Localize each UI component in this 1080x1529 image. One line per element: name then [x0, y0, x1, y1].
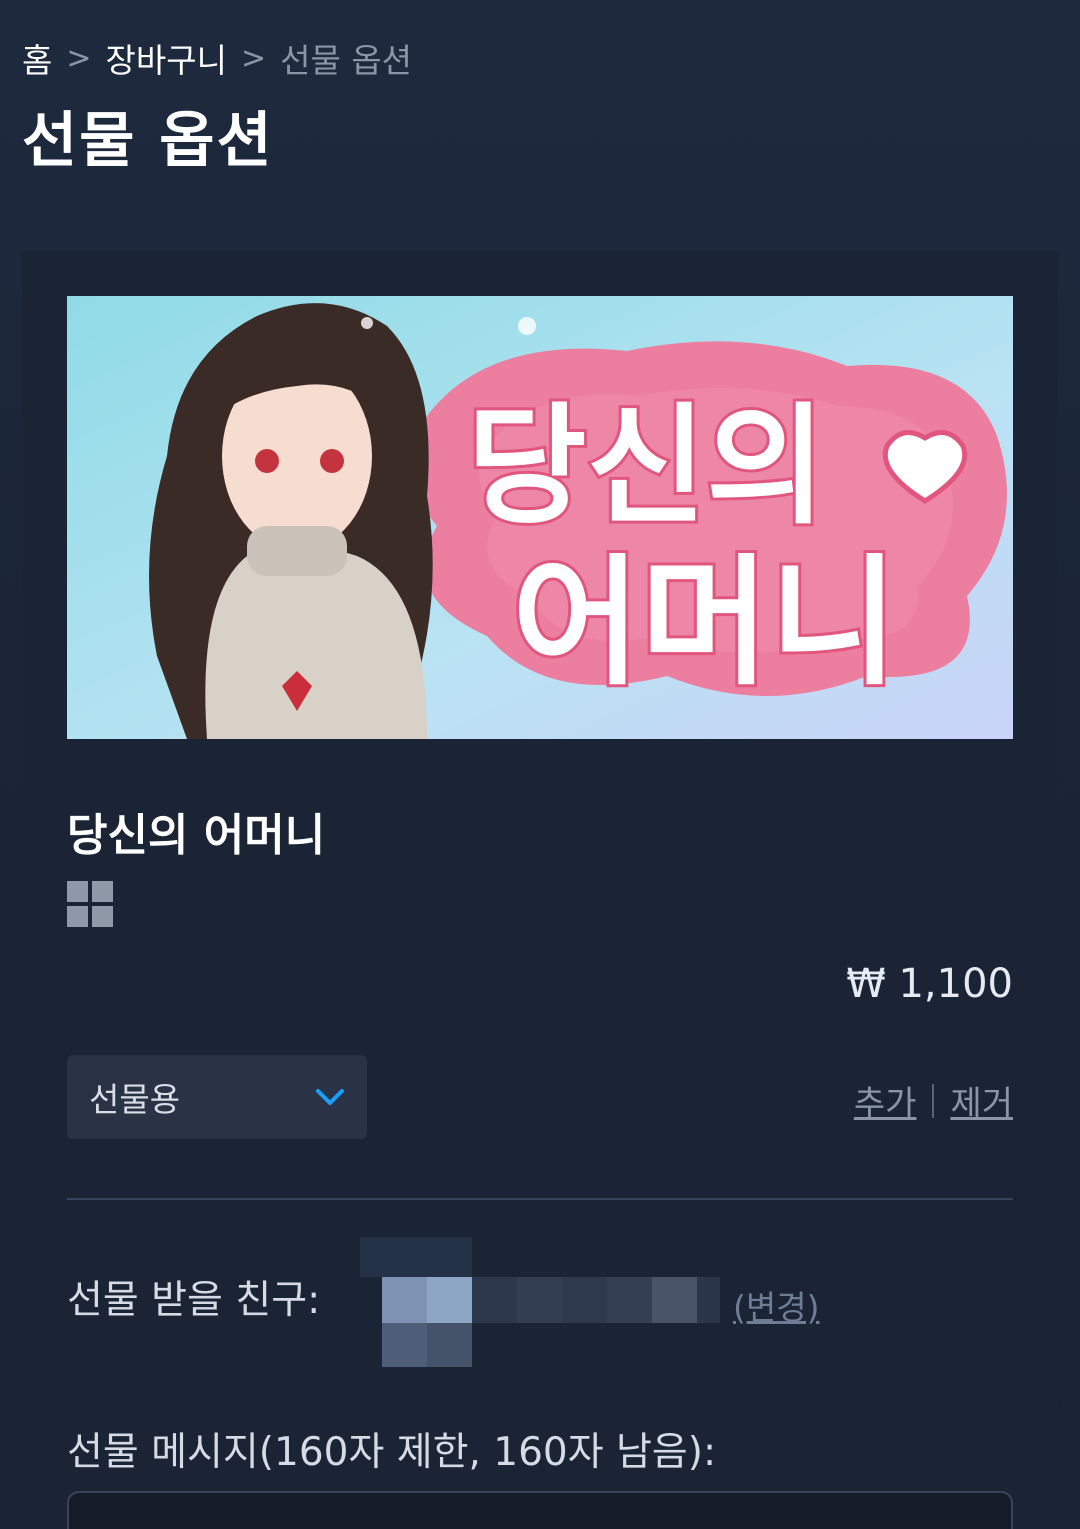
section-divider: [67, 1198, 1013, 1200]
remove-link[interactable]: 제거: [950, 1076, 1013, 1125]
breadcrumb-current: 선물 옵션: [280, 41, 413, 80]
recipient-name-redacted: [360, 1237, 720, 1369]
divider: [932, 1083, 935, 1118]
banner-title-line2: 어머니: [512, 542, 898, 705]
breadcrumb-home[interactable]: 홈: [22, 34, 52, 82]
change-recipient-link[interactable]: (변경): [733, 1281, 819, 1329]
add-link[interactable]: 추가: [854, 1076, 917, 1125]
game-title[interactable]: 당신의 어머니: [67, 799, 325, 863]
breadcrumb-separator: >: [240, 40, 267, 76]
cart-actions: 추가 제거: [854, 1076, 1013, 1125]
windows-icon: [67, 881, 113, 927]
banner-title-line1: 당신의: [467, 390, 826, 542]
breadcrumb: 홈 > 장바구니 > 선물 옵션: [22, 34, 412, 82]
item-price: ₩ 1,100: [846, 961, 1013, 1007]
breadcrumb-cart[interactable]: 장바구니: [106, 34, 227, 82]
gift-message-textarea[interactable]: [67, 1491, 1013, 1529]
breadcrumb-separator: >: [66, 40, 92, 76]
cart-item-card: 당신의 어머니 당신의 어머니 ₩ 1,100 선물용 추가 제거 선물 받을 …: [22, 251, 1058, 1529]
purchase-type-value: 선물용: [89, 1080, 181, 1119]
gift-message-label: 선물 메시지(160자 제한, 160자 남음):: [67, 1430, 717, 1475]
chevron-down-icon: [316, 1089, 344, 1105]
purchase-type-select[interactable]: 선물용: [67, 1055, 367, 1139]
recipient-label: 선물 받을 친구:: [67, 1278, 321, 1323]
game-banner-image[interactable]: 당신의 어머니: [67, 296, 1013, 739]
page-title: 선물 옵션: [22, 106, 274, 176]
